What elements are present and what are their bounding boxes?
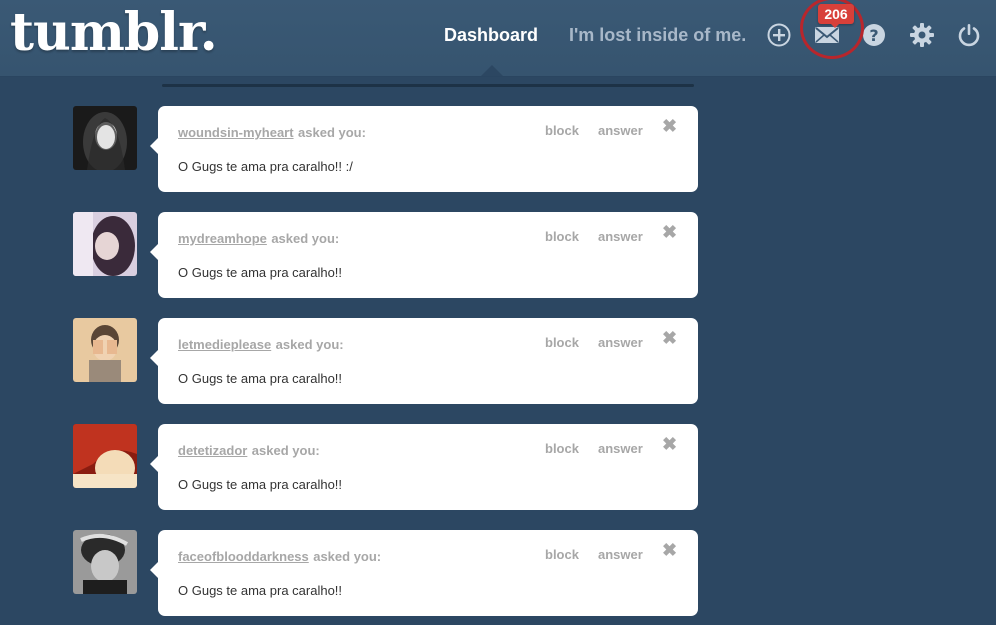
answer-button[interactable]: answer [598, 229, 643, 244]
close-icon[interactable]: ✖ [662, 328, 677, 348]
ask-header: letmedieplease asked you: [178, 336, 344, 354]
ask-card: mydreamhope asked you: block answer ✖ O … [158, 212, 698, 298]
badge-tail [830, 23, 840, 28]
tumblr-logo[interactable]: tumblr. [10, 3, 218, 63]
card-notch [150, 562, 158, 578]
close-icon[interactable]: ✖ [662, 540, 677, 560]
block-button[interactable]: block [545, 335, 579, 350]
ask-header: mydreamhope asked you: [178, 230, 339, 248]
ask-card: faceofblooddarkness asked you: block ans… [158, 530, 698, 616]
avatar[interactable] [73, 318, 137, 382]
nav-dashboard-link[interactable]: Dashboard [444, 25, 538, 46]
help-icon[interactable]: ? [861, 22, 887, 48]
gear-icon[interactable] [909, 22, 935, 48]
asked-you-label: asked you: [313, 549, 382, 564]
block-button[interactable]: block [545, 123, 579, 138]
top-divider [162, 84, 694, 87]
asked-you-label: asked you: [298, 125, 366, 140]
card-notch [150, 350, 158, 366]
asked-you-label: asked you: [275, 337, 344, 352]
question-text: O Gugs te ama pra caralho!! [178, 477, 343, 492]
active-nav-pointer [481, 65, 503, 76]
ask-post: woundsin-myheart asked you: block answer… [0, 106, 996, 196]
avatar[interactable] [73, 424, 137, 488]
ask-post: mydreamhope asked you: block answer ✖ O … [0, 212, 996, 302]
power-icon[interactable] [956, 22, 982, 48]
block-button[interactable]: block [545, 547, 579, 562]
asker-username-link[interactable]: mydreamhope [178, 231, 267, 246]
ask-header: woundsin-myheart asked you: [178, 124, 366, 142]
answer-button[interactable]: answer [598, 123, 643, 138]
avatar[interactable] [73, 530, 137, 594]
question-text: O Gugs te ama pra caralho!! [178, 583, 343, 598]
close-icon[interactable]: ✖ [662, 222, 677, 242]
asker-username-link[interactable]: faceofblooddarkness [178, 549, 309, 564]
asked-you-label: asked you: [271, 231, 340, 246]
ask-card: detetizador asked you: block answer ✖ O … [158, 424, 698, 510]
ask-header: faceofblooddarkness asked you: [178, 548, 381, 566]
question-text: O Gugs te ama pra caralho!! [178, 265, 343, 280]
block-button[interactable]: block [545, 441, 579, 456]
ask-post: faceofblooddarkness asked you: block ans… [0, 530, 996, 620]
answer-button[interactable]: answer [598, 441, 643, 456]
top-bar: tumblr. Dashboard I'm lost inside of me.… [0, 0, 996, 77]
ask-post: letmedieplease asked you: block answer ✖… [0, 318, 996, 408]
avatar[interactable] [73, 106, 137, 170]
ask-card: letmedieplease asked you: block answer ✖… [158, 318, 698, 404]
question-text: O Gugs te ama pra caralho!! :/ [178, 159, 353, 174]
ask-header: detetizador asked you: [178, 442, 320, 460]
asked-you-label: asked you: [251, 443, 320, 458]
plus-circle-icon[interactable] [766, 22, 792, 48]
close-icon[interactable]: ✖ [662, 116, 677, 136]
answer-button[interactable]: answer [598, 335, 643, 350]
avatar[interactable] [73, 212, 137, 276]
asker-username-link[interactable]: woundsin-myheart [178, 125, 294, 140]
nav-blog-link[interactable]: I'm lost inside of me. [569, 25, 746, 46]
card-notch [150, 138, 158, 154]
asker-username-link[interactable]: detetizador [178, 443, 247, 458]
close-icon[interactable]: ✖ [662, 434, 677, 454]
ask-card: woundsin-myheart asked you: block answer… [158, 106, 698, 192]
block-button[interactable]: block [545, 229, 579, 244]
ask-post: detetizador asked you: block answer ✖ O … [0, 424, 996, 514]
asker-username-link[interactable]: letmedieplease [178, 337, 271, 352]
answer-button[interactable]: answer [598, 547, 643, 562]
card-notch [150, 244, 158, 260]
question-text: O Gugs te ama pra caralho!! [178, 371, 343, 386]
inbox-count-badge[interactable]: 206 [818, 4, 854, 24]
svg-text:?: ? [869, 26, 878, 45]
card-notch [150, 456, 158, 472]
